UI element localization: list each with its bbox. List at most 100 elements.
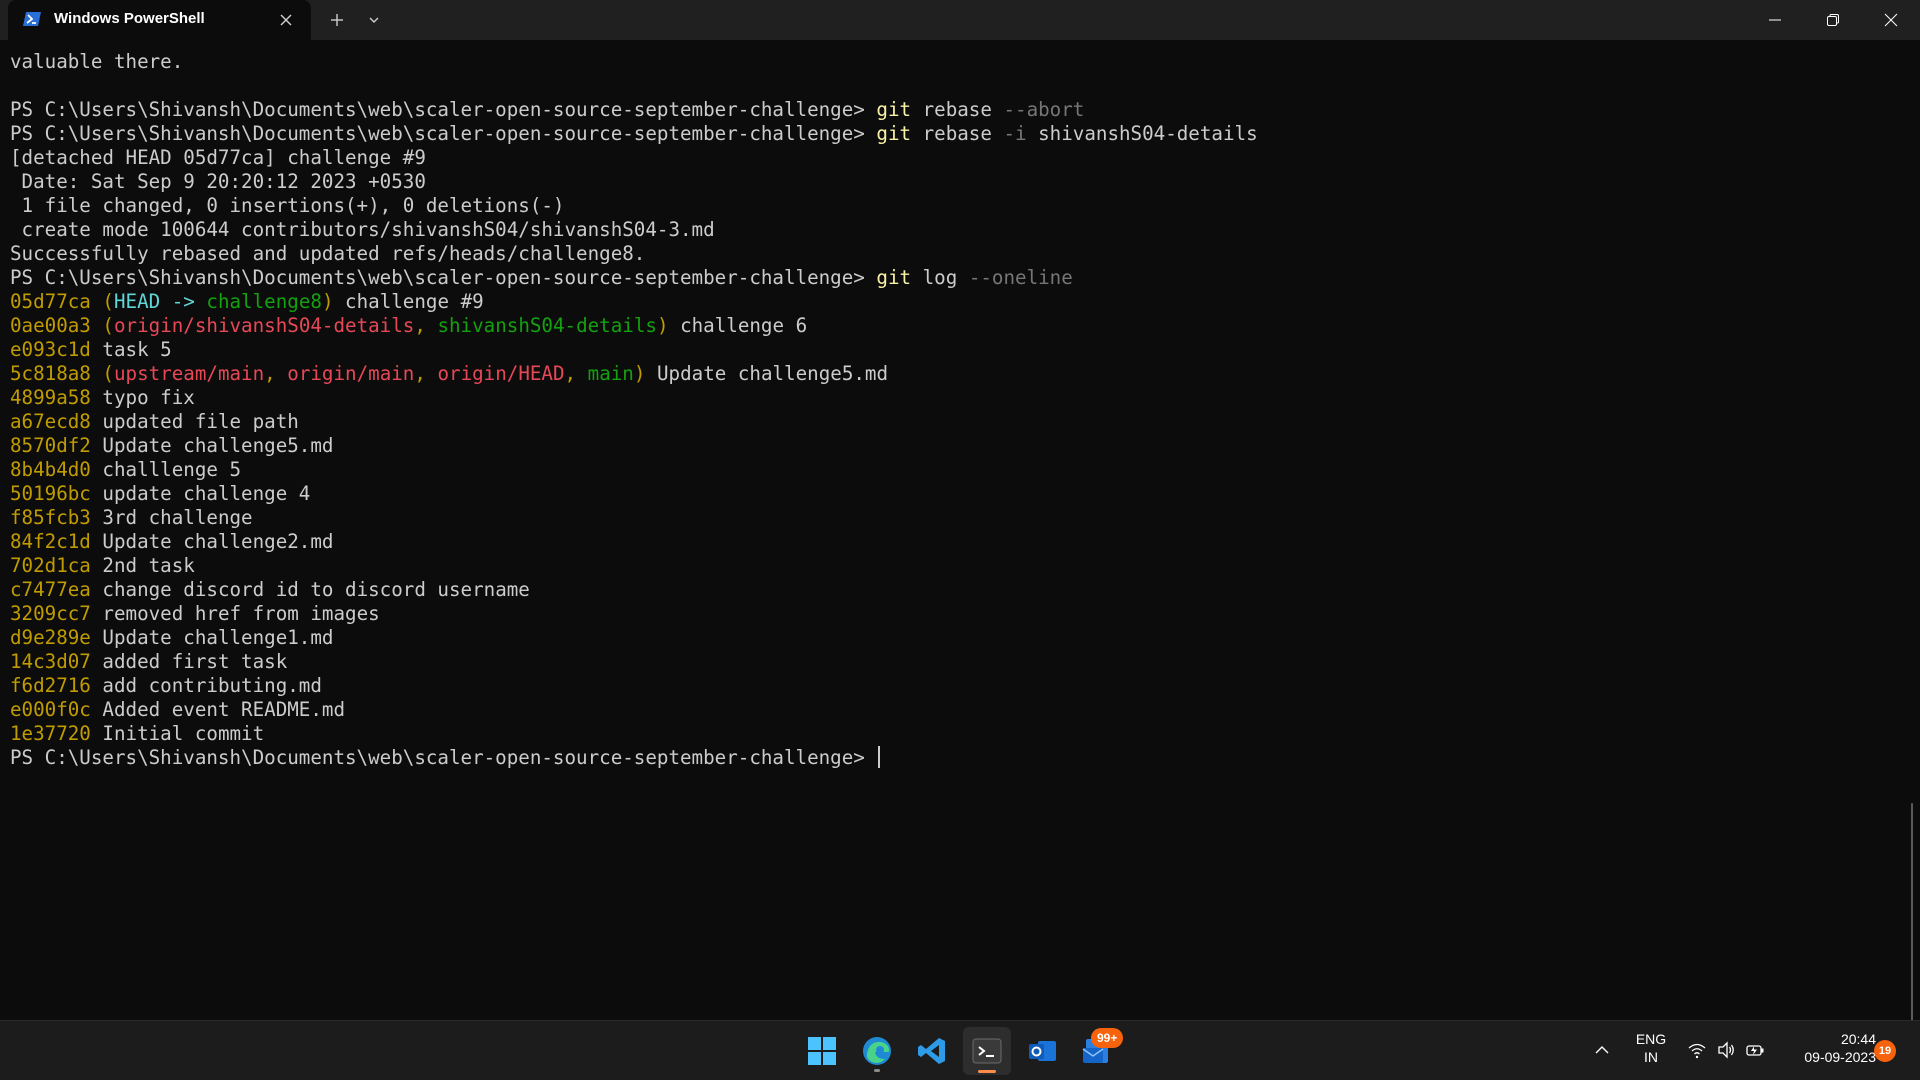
terminal-segment: added first task bbox=[90, 650, 288, 673]
terminal-line: 3209cc7 removed href from images bbox=[10, 602, 1890, 626]
text-cursor bbox=[878, 746, 881, 768]
terminal-segment: 702d1ca bbox=[10, 554, 91, 577]
terminal-segment: 3rd challenge bbox=[90, 506, 253, 529]
terminal-segment: origin/HEAD bbox=[437, 362, 565, 385]
terminal-segment: create mode 100644 contributors/shivansh… bbox=[10, 218, 715, 241]
terminal-segment: challenge #9 bbox=[333, 290, 484, 313]
terminal-line: 702d1ca 2nd task bbox=[10, 554, 1890, 578]
terminal-line: create mode 100644 contributors/shivansh… bbox=[10, 218, 1890, 242]
scrollbar[interactable] bbox=[1911, 803, 1913, 1020]
terminal-segment: c7477ea bbox=[10, 578, 91, 601]
terminal-line: Successfully rebased and updated refs/he… bbox=[10, 242, 1890, 266]
terminal-segment: 05d77ca bbox=[10, 290, 91, 313]
terminal-segment: Successfully rebased and updated refs/he… bbox=[10, 242, 646, 265]
terminal-segment: d9e289e bbox=[10, 626, 91, 649]
chevron-up-icon[interactable] bbox=[1592, 1040, 1612, 1060]
vscode-icon bbox=[918, 1038, 945, 1064]
terminal-line: 1e37720 Initial commit bbox=[10, 722, 1890, 746]
terminal-segment: -i bbox=[1003, 122, 1027, 145]
terminal-segment: update challenge 4 bbox=[90, 482, 311, 505]
mail-badge: 99+ bbox=[1091, 1028, 1124, 1048]
terminal-line: 8b4b4d0 challlenge 5 bbox=[10, 458, 1890, 482]
terminal-line: 84f2c1d Update challenge2.md bbox=[10, 530, 1890, 554]
terminal-segment: git bbox=[876, 98, 912, 121]
clock[interactable]: 20:44 09-09-2023 bbox=[1776, 1031, 1876, 1065]
terminal-segment: valuable there. bbox=[10, 50, 184, 73]
terminal-segment: task 5 bbox=[90, 338, 172, 361]
notification-count[interactable]: 19 bbox=[1874, 1040, 1896, 1062]
close-window-icon bbox=[1884, 13, 1898, 27]
terminal-line: 05d77ca (HEAD -> challenge8) challenge #… bbox=[10, 290, 1890, 314]
terminal-segment: HEAD -> bbox=[113, 290, 207, 313]
restore-button[interactable] bbox=[1804, 0, 1862, 40]
terminal-segment: e093c1d bbox=[10, 338, 91, 361]
wifi-icon[interactable] bbox=[1687, 1040, 1707, 1060]
terminal-line: 5c818a8 (upstream/main, origin/main, ori… bbox=[10, 362, 1890, 386]
terminal-line: 0ae00a3 (origin/shivanshS04-details, shi… bbox=[10, 314, 1890, 338]
close-icon[interactable] bbox=[276, 10, 296, 30]
terminal-segment: git bbox=[876, 266, 912, 289]
terminal-segment: , bbox=[414, 362, 438, 385]
terminal-line: PS C:\Users\Shivansh\Documents\web\scale… bbox=[10, 266, 1890, 290]
windows-start-icon bbox=[808, 1037, 836, 1065]
terminal-segment: ( bbox=[90, 362, 114, 385]
terminal-segment: PS C:\Users\Shivansh\Documents\web\scale… bbox=[10, 98, 877, 121]
terminal-segment: challlenge 5 bbox=[90, 458, 242, 481]
terminal-segment: 14c3d07 bbox=[10, 650, 91, 673]
terminal-line: d9e289e Update challenge1.md bbox=[10, 626, 1890, 650]
terminal-segment: add contributing.md bbox=[90, 674, 322, 697]
tab-windows-powershell[interactable]: Windows PowerShell bbox=[8, 0, 311, 40]
title-bar: Windows PowerShell bbox=[0, 0, 1920, 40]
tab-title: Windows PowerShell bbox=[54, 10, 205, 27]
language-indicator[interactable]: ENG IN bbox=[1628, 1031, 1674, 1065]
taskbar-terminal[interactable] bbox=[963, 1027, 1011, 1075]
plus-icon[interactable] bbox=[325, 9, 349, 31]
terminal-line: Date: Sat Sep 9 20:20:12 2023 +0530 bbox=[10, 170, 1890, 194]
terminal-segment: log bbox=[911, 266, 969, 289]
terminal-segment: rebase bbox=[911, 122, 1004, 145]
powershell-icon bbox=[23, 12, 41, 26]
chevron-down-icon[interactable] bbox=[362, 9, 386, 31]
terminal-segment: PS C:\Users\Shivansh\Documents\web\scale… bbox=[10, 746, 877, 769]
terminal-segment: f6d2716 bbox=[10, 674, 91, 697]
close-window-button[interactable] bbox=[1862, 0, 1920, 40]
edge-icon bbox=[863, 1037, 891, 1065]
terminal-line: e000f0c Added event README.md bbox=[10, 698, 1890, 722]
terminal-segment: Update challenge5.md bbox=[645, 362, 889, 385]
terminal-segment: rebase bbox=[911, 98, 1004, 121]
terminal-segment: Update challenge1.md bbox=[90, 626, 334, 649]
outlook-icon bbox=[1029, 1041, 1056, 1061]
terminal-segment: change discord id to discord username bbox=[90, 578, 530, 601]
terminal-segment: typo fix bbox=[90, 386, 195, 409]
running-indicator bbox=[874, 1069, 880, 1072]
terminal-line: 8570df2 Update challenge5.md bbox=[10, 434, 1890, 458]
terminal-lines: valuable there. PS C:\Users\Shivansh\Docu… bbox=[10, 50, 1890, 770]
clock-date: 09-09-2023 bbox=[1804, 1049, 1876, 1065]
terminal-line: f6d2716 add contributing.md bbox=[10, 674, 1890, 698]
terminal-segment: Date: Sat Sep 9 20:20:12 2023 +0530 bbox=[10, 170, 426, 193]
terminal-segment: upstream/main bbox=[113, 362, 265, 385]
taskbar-vscode[interactable] bbox=[908, 1027, 956, 1075]
language-region: IN bbox=[1644, 1049, 1658, 1065]
terminal-segment: removed href from images bbox=[90, 602, 380, 625]
taskbar-start-button[interactable] bbox=[798, 1027, 846, 1075]
terminal-segment: 50196bc bbox=[10, 482, 91, 505]
terminal-segment: , bbox=[414, 314, 438, 337]
terminal-output[interactable]: valuable there. PS C:\Users\Shivansh\Docu… bbox=[0, 40, 1920, 1020]
terminal-segment: f85fcb3 bbox=[10, 506, 91, 529]
terminal-segment: ) bbox=[321, 290, 334, 313]
volume-icon[interactable] bbox=[1716, 1040, 1736, 1060]
terminal-segment: 1e37720 bbox=[10, 722, 91, 745]
terminal-line: 50196bc update challenge 4 bbox=[10, 482, 1890, 506]
terminal-segment: Initial commit bbox=[90, 722, 265, 745]
clock-time: 20:44 bbox=[1840, 1031, 1876, 1047]
battery-icon[interactable] bbox=[1745, 1040, 1765, 1060]
terminal-segment: , bbox=[264, 362, 288, 385]
taskbar-edge[interactable] bbox=[853, 1027, 901, 1075]
minimize-button[interactable] bbox=[1746, 0, 1804, 40]
terminal-segment: shivanshS04-details bbox=[1026, 122, 1258, 145]
terminal-segment: 0ae00a3 bbox=[10, 314, 91, 337]
terminal-line: e093c1d task 5 bbox=[10, 338, 1890, 362]
taskbar-outlook[interactable] bbox=[1018, 1027, 1066, 1075]
